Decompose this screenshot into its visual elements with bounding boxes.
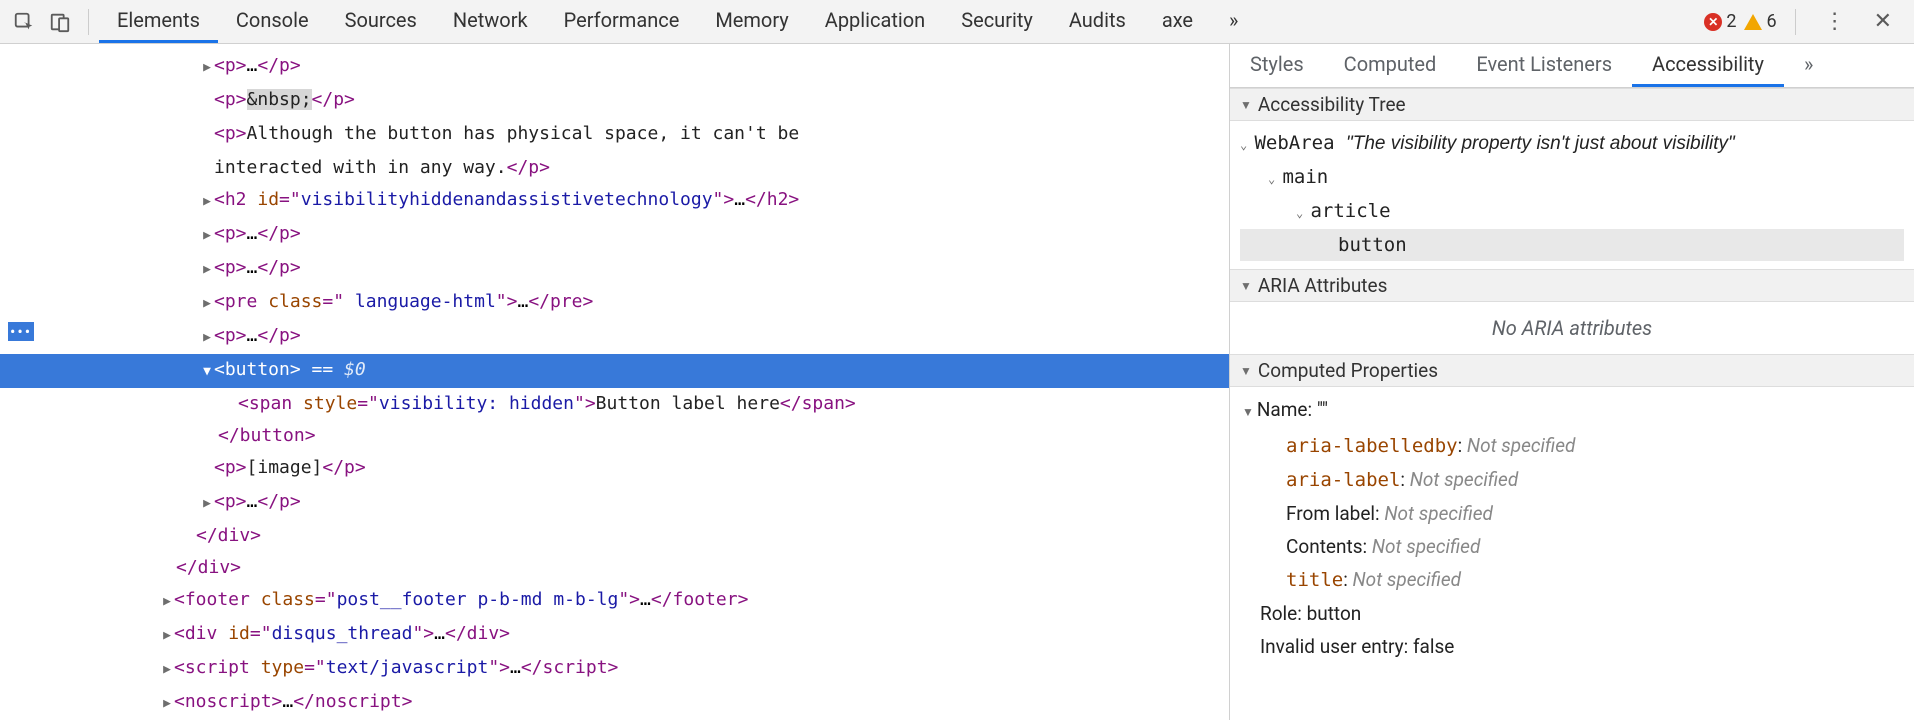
- section-title: Accessibility Tree: [1258, 93, 1406, 116]
- main-tabs: Elements Console Sources Network Perform…: [99, 0, 1256, 43]
- caret-down-icon: ▼: [1240, 279, 1252, 293]
- section-title: Computed Properties: [1258, 359, 1438, 382]
- devtools-toolbar: Elements Console Sources Network Perform…: [0, 0, 1914, 44]
- acc-tree-selected[interactable]: button: [1240, 229, 1904, 261]
- main-split: ••• ▶<p>…</p> <p>&nbsp;</p> <p>Although …: [0, 44, 1914, 720]
- settings-icon[interactable]: ⋮: [1814, 9, 1856, 34]
- section-aria-attributes[interactable]: ▼ ARIA Attributes: [1230, 269, 1914, 302]
- error-icon: ✕: [1704, 13, 1722, 31]
- section-title: ARIA Attributes: [1258, 274, 1388, 297]
- aria-empty-message: No ARIA attributes: [1230, 302, 1914, 354]
- section-computed-properties[interactable]: ▼ Computed Properties: [1230, 354, 1914, 387]
- section-accessibility-tree[interactable]: ▼ Accessibility Tree: [1230, 88, 1914, 121]
- warning-count-badge[interactable]: 6: [1744, 11, 1776, 32]
- tab-application[interactable]: Application: [807, 0, 943, 43]
- toolbar-divider: [88, 9, 89, 35]
- dom-selected-node[interactable]: ▼<button> == $0: [0, 354, 1229, 388]
- warning-count: 6: [1766, 11, 1776, 32]
- warning-icon: [1744, 14, 1762, 30]
- tab-memory[interactable]: Memory: [697, 0, 806, 43]
- side-tab-computed[interactable]: Computed: [1324, 44, 1457, 87]
- device-toggle-icon[interactable]: [42, 4, 78, 40]
- toolbar-right: ✕ 2 6 ⋮ ✕: [1704, 9, 1908, 35]
- side-tabs-overflow-icon[interactable]: »: [1784, 44, 1833, 87]
- error-count: 2: [1726, 11, 1736, 32]
- sidebar-tabs: Styles Computed Event Listeners Accessib…: [1230, 44, 1914, 88]
- error-count-badge[interactable]: ✕ 2: [1704, 11, 1736, 32]
- selected-row-gutter-icon[interactable]: •••: [8, 322, 34, 341]
- side-tab-accessibility[interactable]: Accessibility: [1632, 44, 1784, 87]
- close-icon[interactable]: ✕: [1864, 9, 1902, 34]
- side-tab-event-listeners[interactable]: Event Listeners: [1456, 44, 1632, 87]
- tab-console[interactable]: Console: [218, 0, 327, 43]
- elements-dom-tree[interactable]: ••• ▶<p>…</p> <p>&nbsp;</p> <p>Although …: [0, 44, 1230, 720]
- tab-performance[interactable]: Performance: [546, 0, 698, 43]
- caret-down-icon: ▼: [1240, 364, 1252, 378]
- tab-elements[interactable]: Elements: [99, 0, 218, 43]
- tabs-overflow-icon[interactable]: »: [1211, 0, 1256, 43]
- accessibility-tree[interactable]: ⌄ WebArea "The visibility property isn't…: [1230, 121, 1914, 269]
- toolbar-divider: [1795, 9, 1796, 35]
- side-tab-styles[interactable]: Styles: [1230, 44, 1324, 87]
- tab-sources[interactable]: Sources: [327, 0, 435, 43]
- tab-security[interactable]: Security: [943, 0, 1051, 43]
- sidebar-panel: Styles Computed Event Listeners Accessib…: [1230, 44, 1914, 720]
- caret-down-icon: ▼: [1240, 98, 1252, 112]
- inspect-icon[interactable]: [6, 4, 42, 40]
- computed-properties: ▼ Name: "" aria-labelledby: Not specifie…: [1230, 387, 1914, 673]
- tab-audits[interactable]: Audits: [1051, 0, 1144, 43]
- tab-axe[interactable]: axe: [1144, 0, 1211, 43]
- tab-network[interactable]: Network: [435, 0, 546, 43]
